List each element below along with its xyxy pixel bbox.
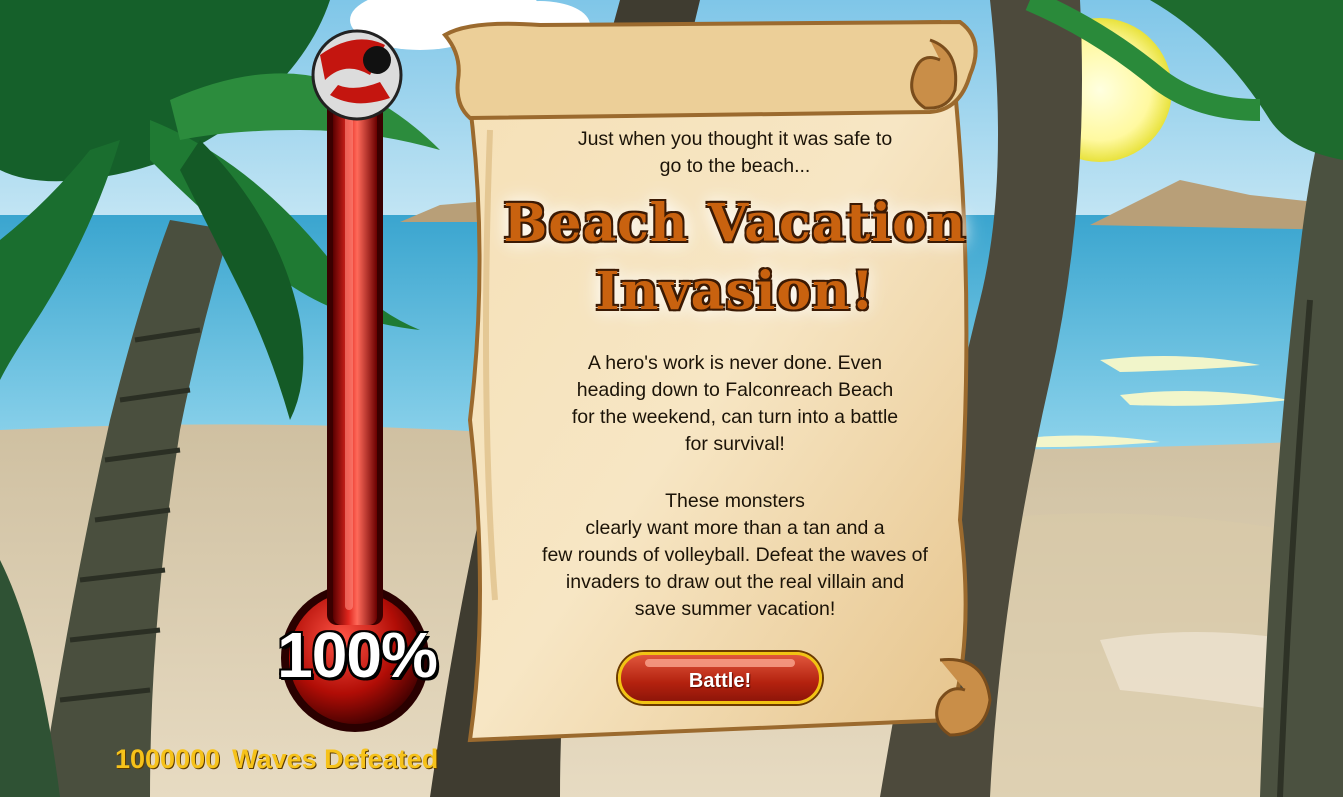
story-line: invaders to draw out the real villain an… bbox=[565, 571, 905, 593]
story-line: for the weekend, can turn into a battle bbox=[571, 406, 899, 428]
battle-button[interactable]: Battle! bbox=[618, 652, 822, 704]
event-title-line1: Beach Vacation bbox=[503, 193, 967, 254]
progress-percent: 100% bbox=[277, 619, 438, 691]
story-line: clearly want more than a tan and a bbox=[585, 517, 885, 539]
story-paragraph-2: These monsters clearly want more than a … bbox=[500, 488, 970, 623]
waves-label: Waves Defeated bbox=[232, 744, 439, 774]
intro-text: Just when you thought it was safe to go … bbox=[500, 126, 970, 180]
story-line: These monsters bbox=[665, 490, 805, 512]
story-line: for survival! bbox=[685, 433, 785, 455]
story-line: A hero's work is never done. Even bbox=[587, 352, 883, 374]
story-paragraph-1: A hero's work is never done. Even headin… bbox=[500, 350, 970, 458]
battle-button-label: Battle! bbox=[688, 670, 752, 692]
event-title-line2: Invasion! bbox=[595, 261, 875, 322]
story-line: few rounds of volleyball. Defeat the wav… bbox=[542, 544, 928, 566]
beach-ball-icon bbox=[311, 29, 403, 121]
story-line: heading down to Falconreach Beach bbox=[576, 379, 894, 401]
story-line: save summer vacation! bbox=[634, 598, 836, 620]
waves-defeated-counter: 1000000 Waves Defeated bbox=[115, 744, 438, 775]
intro-line: go to the beach... bbox=[659, 155, 811, 177]
button-shine bbox=[645, 659, 795, 667]
intro-line: Just when you thought it was safe to bbox=[577, 128, 893, 150]
waves-count: 1000000 bbox=[115, 744, 221, 774]
